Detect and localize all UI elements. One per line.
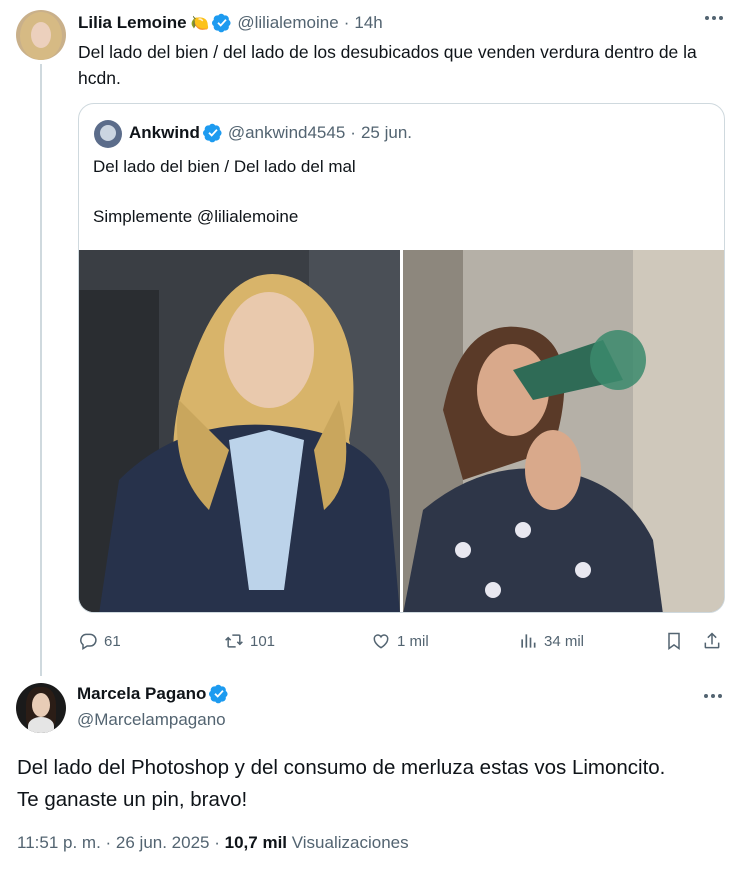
- quoted-media: [79, 250, 724, 612]
- main-author-name[interactable]: Marcela Pagano: [77, 684, 206, 704]
- separator-dot: ·: [105, 833, 116, 852]
- bookmark-icon: [668, 632, 680, 650]
- like-count: 1 mil: [397, 632, 429, 650]
- like-icon: [373, 634, 389, 649]
- quoted-tweet-text: Del lado del bien / Del lado del mal Sim…: [93, 154, 713, 229]
- like-button[interactable]: 1 mil: [371, 626, 429, 656]
- views-label: Visualizaciones: [291, 833, 409, 852]
- views-button[interactable]: 34 mil: [518, 626, 584, 656]
- more-icon[interactable]: [705, 16, 723, 20]
- share-button[interactable]: [702, 626, 722, 656]
- repost-button[interactable]: 101: [224, 626, 275, 656]
- main-text-line-1: Del lado del Photoshop y del consumo de …: [17, 756, 666, 779]
- views-icon: [521, 634, 536, 648]
- main-text-line-2: Te ganaste un pin, bravo!: [17, 788, 248, 811]
- avatar-ankwind: [94, 120, 122, 148]
- reply-icon: [80, 633, 97, 651]
- photo-woman-blazer[interactable]: [79, 250, 400, 612]
- lemon-emoji: 🍋: [190, 15, 210, 32]
- author-handle[interactable]: @lilialemoine: [237, 13, 338, 33]
- main-author-handle[interactable]: @Marcelampagano: [77, 710, 226, 730]
- quoted-author-name: Ankwind: [129, 123, 200, 142]
- author-name[interactable]: Lilia Lemoine: [78, 13, 187, 33]
- tweet-time[interactable]: 14h: [354, 13, 382, 33]
- parent-tweet-text: Del lado del bien / del lado de los desu…: [78, 42, 697, 88]
- repost-icon: [225, 634, 243, 648]
- separator-dot: ·: [214, 833, 225, 852]
- quoted-tweet-date: 25 jun.: [360, 123, 413, 142]
- verified-badge-icon[interactable]: [212, 13, 232, 33]
- avatar-lilia[interactable]: [16, 10, 66, 60]
- more-icon[interactable]: [704, 694, 722, 698]
- verified-badge-icon: [202, 123, 222, 143]
- tweet-meta: 11:51 p. m. · 26 jun. 2025 · 10,7 mil Vi…: [17, 833, 409, 853]
- quoted-author-handle: @ankwind4545: [227, 123, 346, 142]
- main-tweet-time[interactable]: 11:51 p. m.: [17, 833, 101, 852]
- repost-count: 101: [250, 632, 276, 650]
- quoted-text-line-1: Del lado del bien / Del lado del mal: [93, 157, 356, 176]
- reply-button[interactable]: 61: [78, 626, 121, 656]
- reply-count: 61: [104, 632, 121, 650]
- quoted-text-line-2: Simplemente @lilialemoine: [93, 207, 299, 226]
- main-tweet-text: Del lado del Photoshop y del consumo de …: [17, 752, 737, 816]
- parent-tweet-header: Lilia Lemoine 🍋 @lilialemoine · 14h: [78, 12, 383, 34]
- quoted-tweet-card[interactable]: Ankwind @ankwind4545 · 25 jun. Del lado …: [78, 103, 725, 613]
- photo-woman-drinking[interactable]: [403, 250, 724, 612]
- views-count: 34 mil: [544, 632, 585, 650]
- tweet-actions-bar: 61 101 1 mil 34 mil: [78, 626, 726, 656]
- separator-dot: ·: [350, 123, 356, 142]
- share-icon: [704, 632, 720, 649]
- views-total: 10,7 mil: [224, 833, 288, 852]
- main-author-row: Marcela Pagano: [77, 684, 229, 704]
- bookmark-button[interactable]: [664, 626, 684, 656]
- main-tweet-date[interactable]: 26 jun. 2025: [116, 833, 210, 852]
- verified-badge-icon[interactable]: [209, 684, 229, 704]
- avatar-marcela[interactable]: [16, 683, 66, 733]
- thread-connector-line: [40, 64, 42, 676]
- separator-dot: ·: [343, 13, 350, 32]
- quoted-tweet-header: Ankwind @ankwind4545 · 25 jun.: [129, 123, 412, 143]
